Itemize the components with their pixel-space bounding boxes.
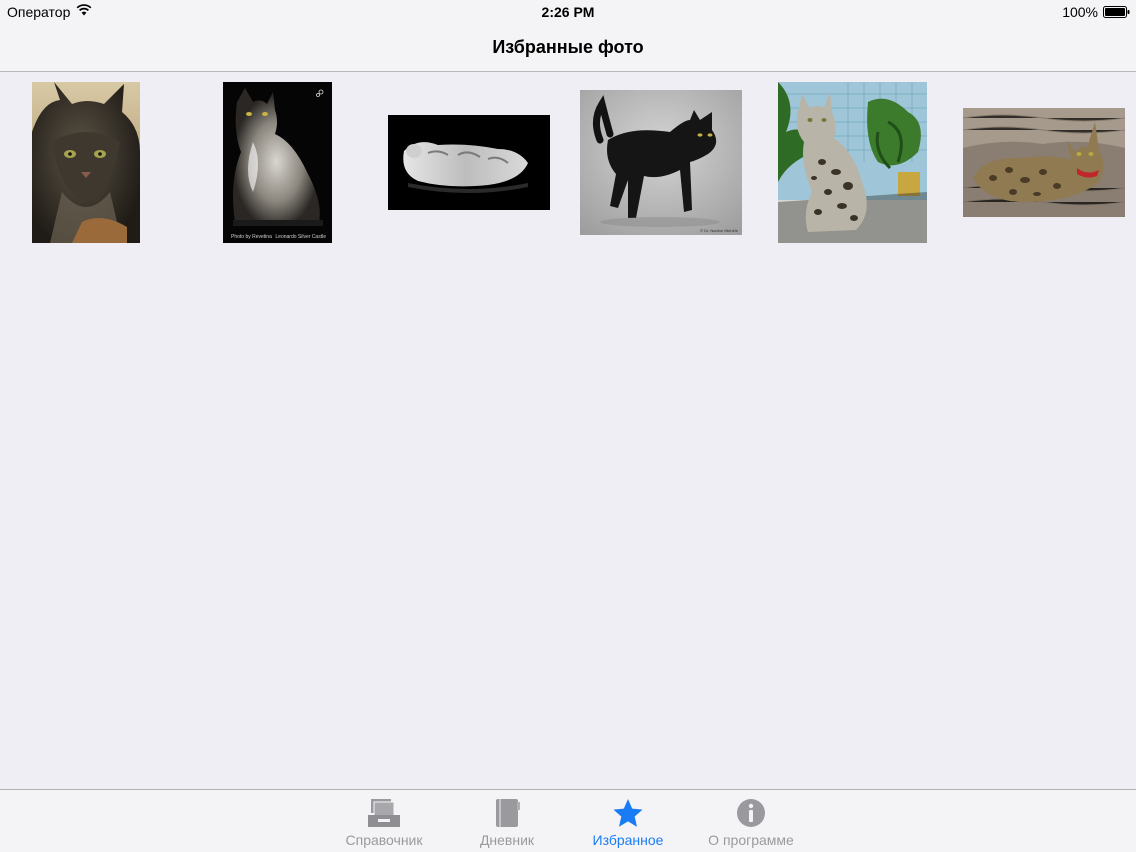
cat-photo-image — [223, 82, 332, 243]
notebook-icon — [496, 799, 520, 827]
top-bar: Оператор 2:26 PM 100% Избранные фото — [0, 0, 1136, 72]
tab-favorites[interactable]: Избранное — [578, 790, 678, 852]
battery-icon — [1103, 6, 1130, 18]
archive-icon — [368, 799, 400, 827]
tab-label: Справочник — [345, 832, 423, 848]
favorite-photo-thumbnail[interactable] — [32, 82, 140, 243]
tab-label: Дневник — [479, 832, 535, 848]
tab-label: Избранное — [592, 832, 664, 848]
favorite-photo-thumbnail[interactable] — [778, 82, 927, 243]
tab-about[interactable]: О программе — [702, 790, 800, 852]
cat-photo-image — [963, 108, 1125, 217]
cat-photo-image — [388, 115, 550, 210]
tab-bar: Справочник Дневник Избранное О программе — [0, 789, 1136, 852]
tab-reference[interactable]: Справочник — [338, 790, 430, 852]
favorite-photo-thumbnail[interactable]: © Dr. Nadine Michèle — [580, 90, 742, 235]
status-bar: Оператор 2:26 PM 100% — [0, 0, 1136, 24]
favorite-photo-thumbnail[interactable]: Photo by Revetina Leonardo Silver Castle — [223, 82, 332, 243]
photo-caption: Photo by Revetina — [231, 234, 272, 240]
info-icon — [737, 799, 765, 827]
favorite-photo-thumbnail[interactable] — [963, 108, 1125, 217]
photo-credit: © Dr. Nadine Michèle — [700, 228, 738, 233]
favorite-photo-thumbnail[interactable] — [388, 115, 550, 210]
battery-percentage: 100% — [1062, 4, 1098, 20]
cat-photo-image — [580, 90, 742, 235]
clock: 2:26 PM — [541, 4, 595, 20]
tab-label: О программе — [708, 832, 794, 848]
photo-caption: Leonardo Silver Castle — [275, 234, 326, 240]
cat-photo-image — [778, 82, 927, 243]
cat-photo-image — [32, 82, 140, 243]
tab-diary[interactable]: Дневник — [462, 790, 552, 852]
page-title: Избранные фото — [492, 37, 644, 57]
star-icon — [613, 799, 643, 827]
